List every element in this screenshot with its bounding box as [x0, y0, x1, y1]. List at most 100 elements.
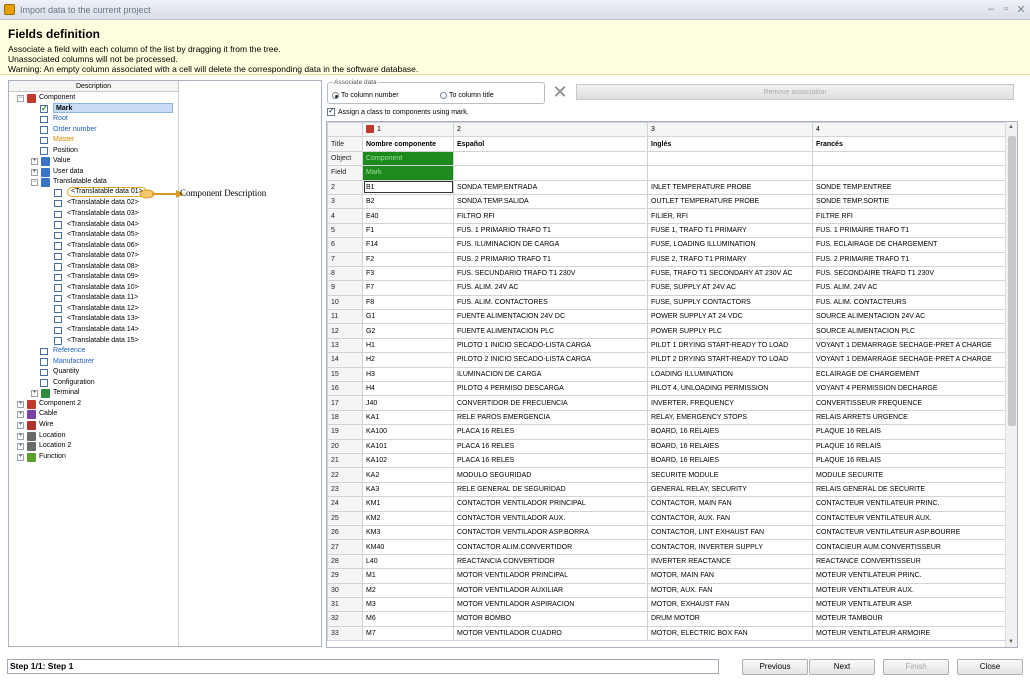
- tree-item[interactable]: − Component: [9, 93, 321, 104]
- checkbox-icon[interactable]: [54, 326, 62, 335]
- radio-unselected-icon[interactable]: [440, 92, 447, 99]
- grid-cell[interactable]: PILDT 1 DRYING START-READY TO LOAD: [647, 337, 813, 354]
- expand-icon[interactable]: +: [17, 453, 24, 461]
- grid-cell[interactable]: H2: [362, 352, 454, 368]
- tree-item[interactable]: <Translatable data 11>: [9, 293, 321, 304]
- grid-cell[interactable]: ILUMINACION DE CARGA: [453, 366, 648, 383]
- checkbox-icon[interactable]: [40, 136, 48, 145]
- grid-cell[interactable]: FUSE, TRAFO T1 SECONDARY AT 230V AC: [647, 265, 813, 282]
- grid-cell[interactable]: B1: [362, 179, 454, 195]
- grid-cell[interactable]: FUS. 1 PRIMAIRE TRAFO T1: [812, 222, 1007, 239]
- grid-cell[interactable]: CONTACTOR VENTILADOR ASP.BORRA: [453, 524, 648, 541]
- grid-cell[interactable]: BOARD, 16 RELAIES: [647, 424, 813, 440]
- checkbox-icon[interactable]: [54, 294, 62, 303]
- grid-cell[interactable]: DRUM MOTOR: [647, 611, 813, 627]
- grid-cell[interactable]: 1: [362, 122, 454, 138]
- grid-cell[interactable]: M6: [362, 611, 454, 627]
- checkbox-icon[interactable]: [54, 252, 62, 261]
- grid-cell[interactable]: SECURITE MODULE: [647, 467, 813, 483]
- next-button[interactable]: Next: [809, 659, 875, 675]
- tree-item[interactable]: Manufacturer: [9, 357, 321, 368]
- grid-cell[interactable]: FUS. SECONDAIRE TRAFO T1 230V: [812, 265, 1007, 282]
- checkbox-icon[interactable]: [40, 147, 48, 155]
- expand-icon[interactable]: +: [31, 158, 38, 166]
- grid-cell[interactable]: SONDA TEMP.SALIDA: [453, 193, 648, 210]
- grid-cell[interactable]: RELE GENERAL DE SEGURIDAD: [453, 481, 648, 498]
- grid-cell[interactable]: PLAQUE 16 RELAIS: [812, 452, 1007, 469]
- grid-cell[interactable]: [647, 150, 813, 167]
- expand-icon[interactable]: +: [31, 390, 38, 398]
- grid-cell[interactable]: 3: [647, 122, 813, 138]
- grid-cell[interactable]: FUSE, SUPPLY CONTACTORS: [647, 294, 813, 311]
- grid-cell[interactable]: 4: [812, 122, 1007, 138]
- grid-cell[interactable]: FILTRO RFI: [453, 208, 648, 224]
- grid-cell[interactable]: CONTACTEUR VENTILATEUR AUX.: [812, 510, 1007, 526]
- tree-item[interactable]: <Translatable data 06>: [9, 241, 321, 252]
- grid-cell[interactable]: MOTEUR VENTILATEUR ARMOIRE: [812, 625, 1007, 642]
- scroll-thumb[interactable]: [1008, 136, 1016, 426]
- grid-cell[interactable]: CONTACTOR, MAIN FAN: [647, 496, 813, 512]
- maximize-icon[interactable]: ▫: [999, 3, 1013, 15]
- grid-cell[interactable]: M1: [362, 568, 454, 584]
- tree-item[interactable]: <Translatable data 04>: [9, 220, 321, 231]
- grid-cell[interactable]: F14: [362, 237, 454, 253]
- checkbox-icon[interactable]: [54, 337, 62, 345]
- checkbox-icon[interactable]: [54, 305, 62, 313]
- grid-cell[interactable]: PLAQUE 16 RELAIS: [812, 438, 1007, 454]
- grid-cell[interactable]: MOTEUR TAMBOUR: [812, 611, 1007, 627]
- grid-cell[interactable]: SONDA TEMP.ENTRADA: [453, 179, 648, 195]
- checkbox-icon[interactable]: [54, 189, 62, 197]
- grid-cell[interactable]: MOTOR, ELECTRIC BOX FAN: [647, 625, 813, 642]
- expand-icon[interactable]: +: [17, 432, 24, 440]
- expand-icon[interactable]: +: [17, 411, 24, 419]
- grid-cell[interactable]: F1: [362, 222, 454, 239]
- checkbox-icon[interactable]: [40, 379, 48, 387]
- grid-cell[interactable]: FUS. ALIM. 24V AC: [453, 280, 648, 296]
- collapse-icon[interactable]: −: [31, 179, 38, 187]
- grid-cell[interactable]: PILDT 2 DRYING START-READY TO LOAD: [647, 352, 813, 368]
- grid-cell[interactable]: PLACA 16 RELES: [453, 424, 648, 440]
- grid-cell[interactable]: VOYANT 4 PERMISSION DECHARGE: [812, 381, 1007, 397]
- grid-cell[interactable]: FUS. 1 PRIMARIO TRAFO T1: [453, 222, 648, 239]
- grid-cell[interactable]: CONTACTOR, AUX. FAN: [647, 510, 813, 526]
- grid-cell[interactable]: F7: [362, 280, 454, 296]
- grid-cell[interactable]: SOURCE ALIMENTACION 24V AC: [812, 309, 1007, 325]
- tree-item[interactable]: <Translatable data 14>: [9, 325, 321, 336]
- grid-cell[interactable]: CONTACTEUR VENTILATEUR PRINC.: [812, 496, 1007, 512]
- grid-cell[interactable]: M3: [362, 596, 454, 613]
- grid-cell[interactable]: MOTOR VENTILADOR PRINCIPAL: [453, 568, 648, 584]
- checkbox-icon[interactable]: [54, 221, 62, 229]
- checkbox-icon[interactable]: [54, 231, 62, 240]
- grid-cell[interactable]: [453, 150, 648, 167]
- grid-cell[interactable]: PILOT 4, UNLOADING PERMISSION: [647, 381, 813, 397]
- grid-cell[interactable]: FUSE, LOADING ILLUMINATION: [647, 237, 813, 253]
- grid-cell[interactable]: Francés: [812, 136, 1007, 152]
- grid-cell[interactable]: VOYANT 1 DEMARRAGE SECHAGE-PRET A CHARGE: [812, 352, 1007, 368]
- grid-cell[interactable]: MOTOR BOMBO: [453, 611, 648, 627]
- grid-cell[interactable]: FUS. 2 PRIMAIRE TRAFO T1: [812, 251, 1007, 267]
- grid-cell[interactable]: RELE PAROS EMERGENCIA: [453, 409, 648, 426]
- checkbox-icon[interactable]: [54, 273, 62, 282]
- grid-cell[interactable]: FUSE 2, TRAFO T1 PRIMARY: [647, 251, 813, 267]
- grid-cell[interactable]: L40: [362, 553, 454, 570]
- grid-cell[interactable]: FUS. ALIM. CONTACTEURS: [812, 294, 1007, 311]
- grid-cell[interactable]: Component: [362, 150, 454, 167]
- grid-cell[interactable]: CONTACTOR VENTILADOR PRINCIPAL: [453, 496, 648, 512]
- grid-cell[interactable]: PILOTO 2 INICIO SECADO-LISTA CARGA: [453, 352, 648, 368]
- grid-cell[interactable]: H1: [362, 337, 454, 354]
- tree-item[interactable]: <Translatable data 09>: [9, 272, 321, 283]
- grid-cell[interactable]: POWER SUPPLY PLC: [647, 323, 813, 339]
- expand-icon[interactable]: +: [17, 400, 24, 408]
- tree-column-header[interactable]: Description: [9, 81, 179, 92]
- grid-cell[interactable]: CONTACTOR ALIM.CONVERTIDOR: [453, 539, 648, 555]
- grid-cell[interactable]: PLACA 16 RELES: [453, 438, 648, 454]
- radio-selected-icon[interactable]: [332, 92, 339, 99]
- checkbox-icon[interactable]: [40, 368, 48, 377]
- grid-cell[interactable]: B2: [362, 193, 454, 210]
- grid-cell[interactable]: H3: [362, 366, 454, 383]
- tree-item[interactable]: <Translatable data 08>: [9, 262, 321, 273]
- collapse-icon[interactable]: −: [17, 95, 24, 102]
- tree-item[interactable]: + Cable: [9, 409, 321, 420]
- grid-cell[interactable]: INLET TEMPERATURE PROBE: [647, 179, 813, 195]
- tree-item[interactable]: + Value: [9, 156, 321, 167]
